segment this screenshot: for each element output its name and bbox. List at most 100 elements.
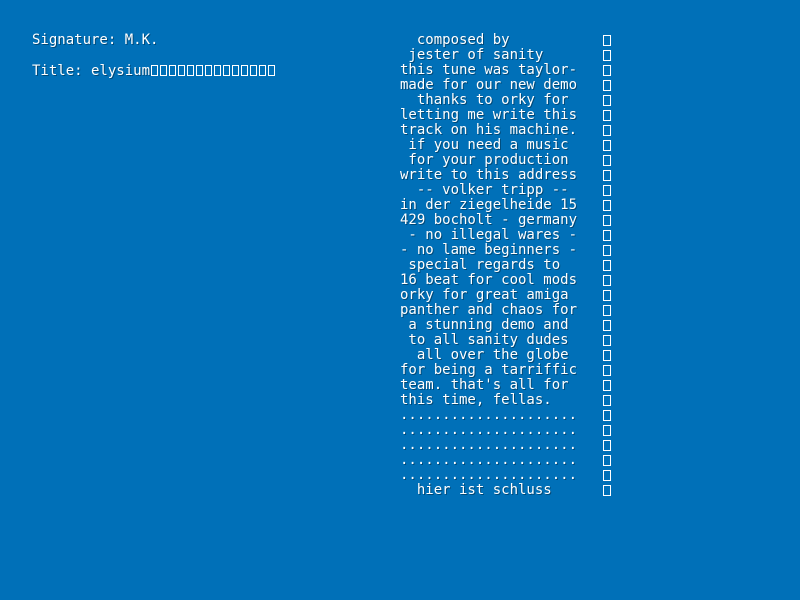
sample-name-row: panther and chaos for: [400, 303, 611, 318]
missing-glyph-box: [178, 65, 186, 76]
missing-glyph-box: [241, 65, 249, 76]
missing-glyph-box: [603, 455, 611, 466]
sample-name-row: -- volker tripp --: [400, 183, 611, 198]
missing-glyph-box: [603, 485, 611, 496]
sample-name-text: for being a tarriffic: [400, 363, 578, 378]
sample-name-text: track on his machine.: [400, 123, 578, 138]
sample-name-row: .....................: [400, 408, 611, 423]
missing-glyph-box: [603, 185, 611, 196]
sample-name-row: for being a tarriffic: [400, 363, 611, 378]
sample-name-row: - no lame beginners -: [400, 243, 611, 258]
sample-name-row: to all sanity dudes: [400, 333, 611, 348]
missing-glyph-box: [603, 170, 611, 181]
sample-name-row: special regards to: [400, 258, 611, 273]
missing-glyph-box: [603, 50, 611, 61]
sample-name-text: for your production: [400, 153, 578, 168]
sample-name-row: letting me write this: [400, 108, 611, 123]
sample-name-row: made for our new demo: [400, 78, 611, 93]
missing-glyph-box: [205, 65, 213, 76]
missing-glyph-box: [603, 335, 611, 346]
sample-name-row: hier ist schluss: [400, 483, 611, 498]
sample-name-text: - no illegal wares -: [400, 228, 578, 243]
missing-glyph-box: [223, 65, 231, 76]
missing-glyph-box: [603, 95, 611, 106]
sample-name-row: 429 bocholt - germany: [400, 213, 611, 228]
sample-name-text: hier ist schluss: [400, 483, 578, 498]
sample-name-text: .....................: [400, 408, 578, 423]
sample-name-row: thanks to orky for: [400, 93, 611, 108]
title-line: Title: elysium: [32, 64, 276, 79]
missing-glyph-box: [268, 65, 276, 76]
sample-name-row: .....................: [400, 423, 611, 438]
missing-glyph-box: [603, 350, 611, 361]
missing-glyph-box: [603, 80, 611, 91]
sample-name-text: if you need a music: [400, 138, 578, 153]
sample-name-row: .....................: [400, 468, 611, 483]
missing-glyph-box: [603, 140, 611, 151]
sample-name-text: all over the globe: [400, 348, 578, 363]
sample-name-text: .....................: [400, 468, 578, 483]
missing-glyph-box: [169, 65, 177, 76]
sample-name-row: - no illegal wares -: [400, 228, 611, 243]
missing-glyph-box: [603, 380, 611, 391]
sample-name-row: jester of sanity: [400, 48, 611, 63]
signature-line: Signature: M.K.: [32, 33, 158, 48]
sample-name-row: for your production: [400, 153, 611, 168]
sample-name-text: in der ziegelheide 15: [400, 198, 578, 213]
missing-glyph-box: [603, 365, 611, 376]
sample-name-text: composed by: [400, 33, 552, 48]
missing-glyph-box: [603, 215, 611, 226]
missing-glyph-box: [603, 260, 611, 271]
sample-name-row: if you need a music: [400, 138, 611, 153]
sample-name-text: this time, fellas.: [400, 393, 578, 408]
sample-name-text: 16 beat for cool mods: [400, 273, 578, 288]
missing-glyph-box: [603, 395, 611, 406]
sample-name-text: team. that's all for: [400, 378, 578, 393]
missing-glyph-box: [603, 125, 611, 136]
missing-glyph-box: [603, 470, 611, 481]
missing-glyph-box: [232, 65, 240, 76]
sample-name-text: letting me write this: [400, 108, 578, 123]
missing-glyph-box: [259, 65, 267, 76]
missing-glyph-box: [250, 65, 258, 76]
sample-name-list: composed by jester of sanity this tune w…: [400, 33, 611, 498]
sample-name-row: all over the globe: [400, 348, 611, 363]
signature-text: Signature: M.K.: [32, 32, 159, 48]
sample-name-text: .....................: [400, 438, 578, 453]
sample-name-row: in der ziegelheide 15: [400, 198, 611, 213]
sample-name-row: orky for great amiga: [400, 288, 611, 303]
sample-name-row: write to this address: [400, 168, 611, 183]
sample-name-row: composed by: [400, 33, 611, 48]
missing-glyph-box: [196, 65, 204, 76]
sample-name-text: a stunning demo and: [400, 318, 578, 333]
sample-name-text: made for our new demo: [400, 78, 578, 93]
missing-glyph-box: [603, 230, 611, 241]
sample-name-text: -- volker tripp --: [400, 183, 578, 198]
sample-name-row: this tune was taylor-: [400, 63, 611, 78]
missing-glyph-box: [214, 65, 222, 76]
sample-name-text: thanks to orky for: [400, 93, 578, 108]
missing-glyph-box: [603, 275, 611, 286]
module-info-screen: Signature: M.K. Title: elysium composed …: [0, 0, 800, 600]
sample-name-text: write to this address: [400, 168, 578, 183]
sample-name-text: to all sanity dudes: [400, 333, 578, 348]
sample-name-row: track on his machine.: [400, 123, 611, 138]
sample-name-row: 16 beat for cool mods: [400, 273, 611, 288]
missing-glyph-box: [603, 410, 611, 421]
sample-name-row: this time, fellas.: [400, 393, 611, 408]
missing-glyph-box: [603, 290, 611, 301]
sample-name-text: orky for great amiga: [400, 288, 578, 303]
sample-name-row: a stunning demo and: [400, 318, 611, 333]
title-missing-glyphs: [150, 63, 276, 79]
sample-name-text: 429 bocholt - germany: [400, 213, 578, 228]
missing-glyph-box: [603, 65, 611, 76]
sample-name-text: jester of sanity: [400, 48, 552, 63]
missing-glyph-box: [603, 425, 611, 436]
sample-name-text: special regards to: [400, 258, 578, 273]
missing-glyph-box: [603, 440, 611, 451]
missing-glyph-box: [160, 65, 168, 76]
sample-name-row: .....................: [400, 438, 611, 453]
sample-name-text: .....................: [400, 423, 578, 438]
missing-glyph-box: [603, 110, 611, 121]
missing-glyph-box: [603, 155, 611, 166]
